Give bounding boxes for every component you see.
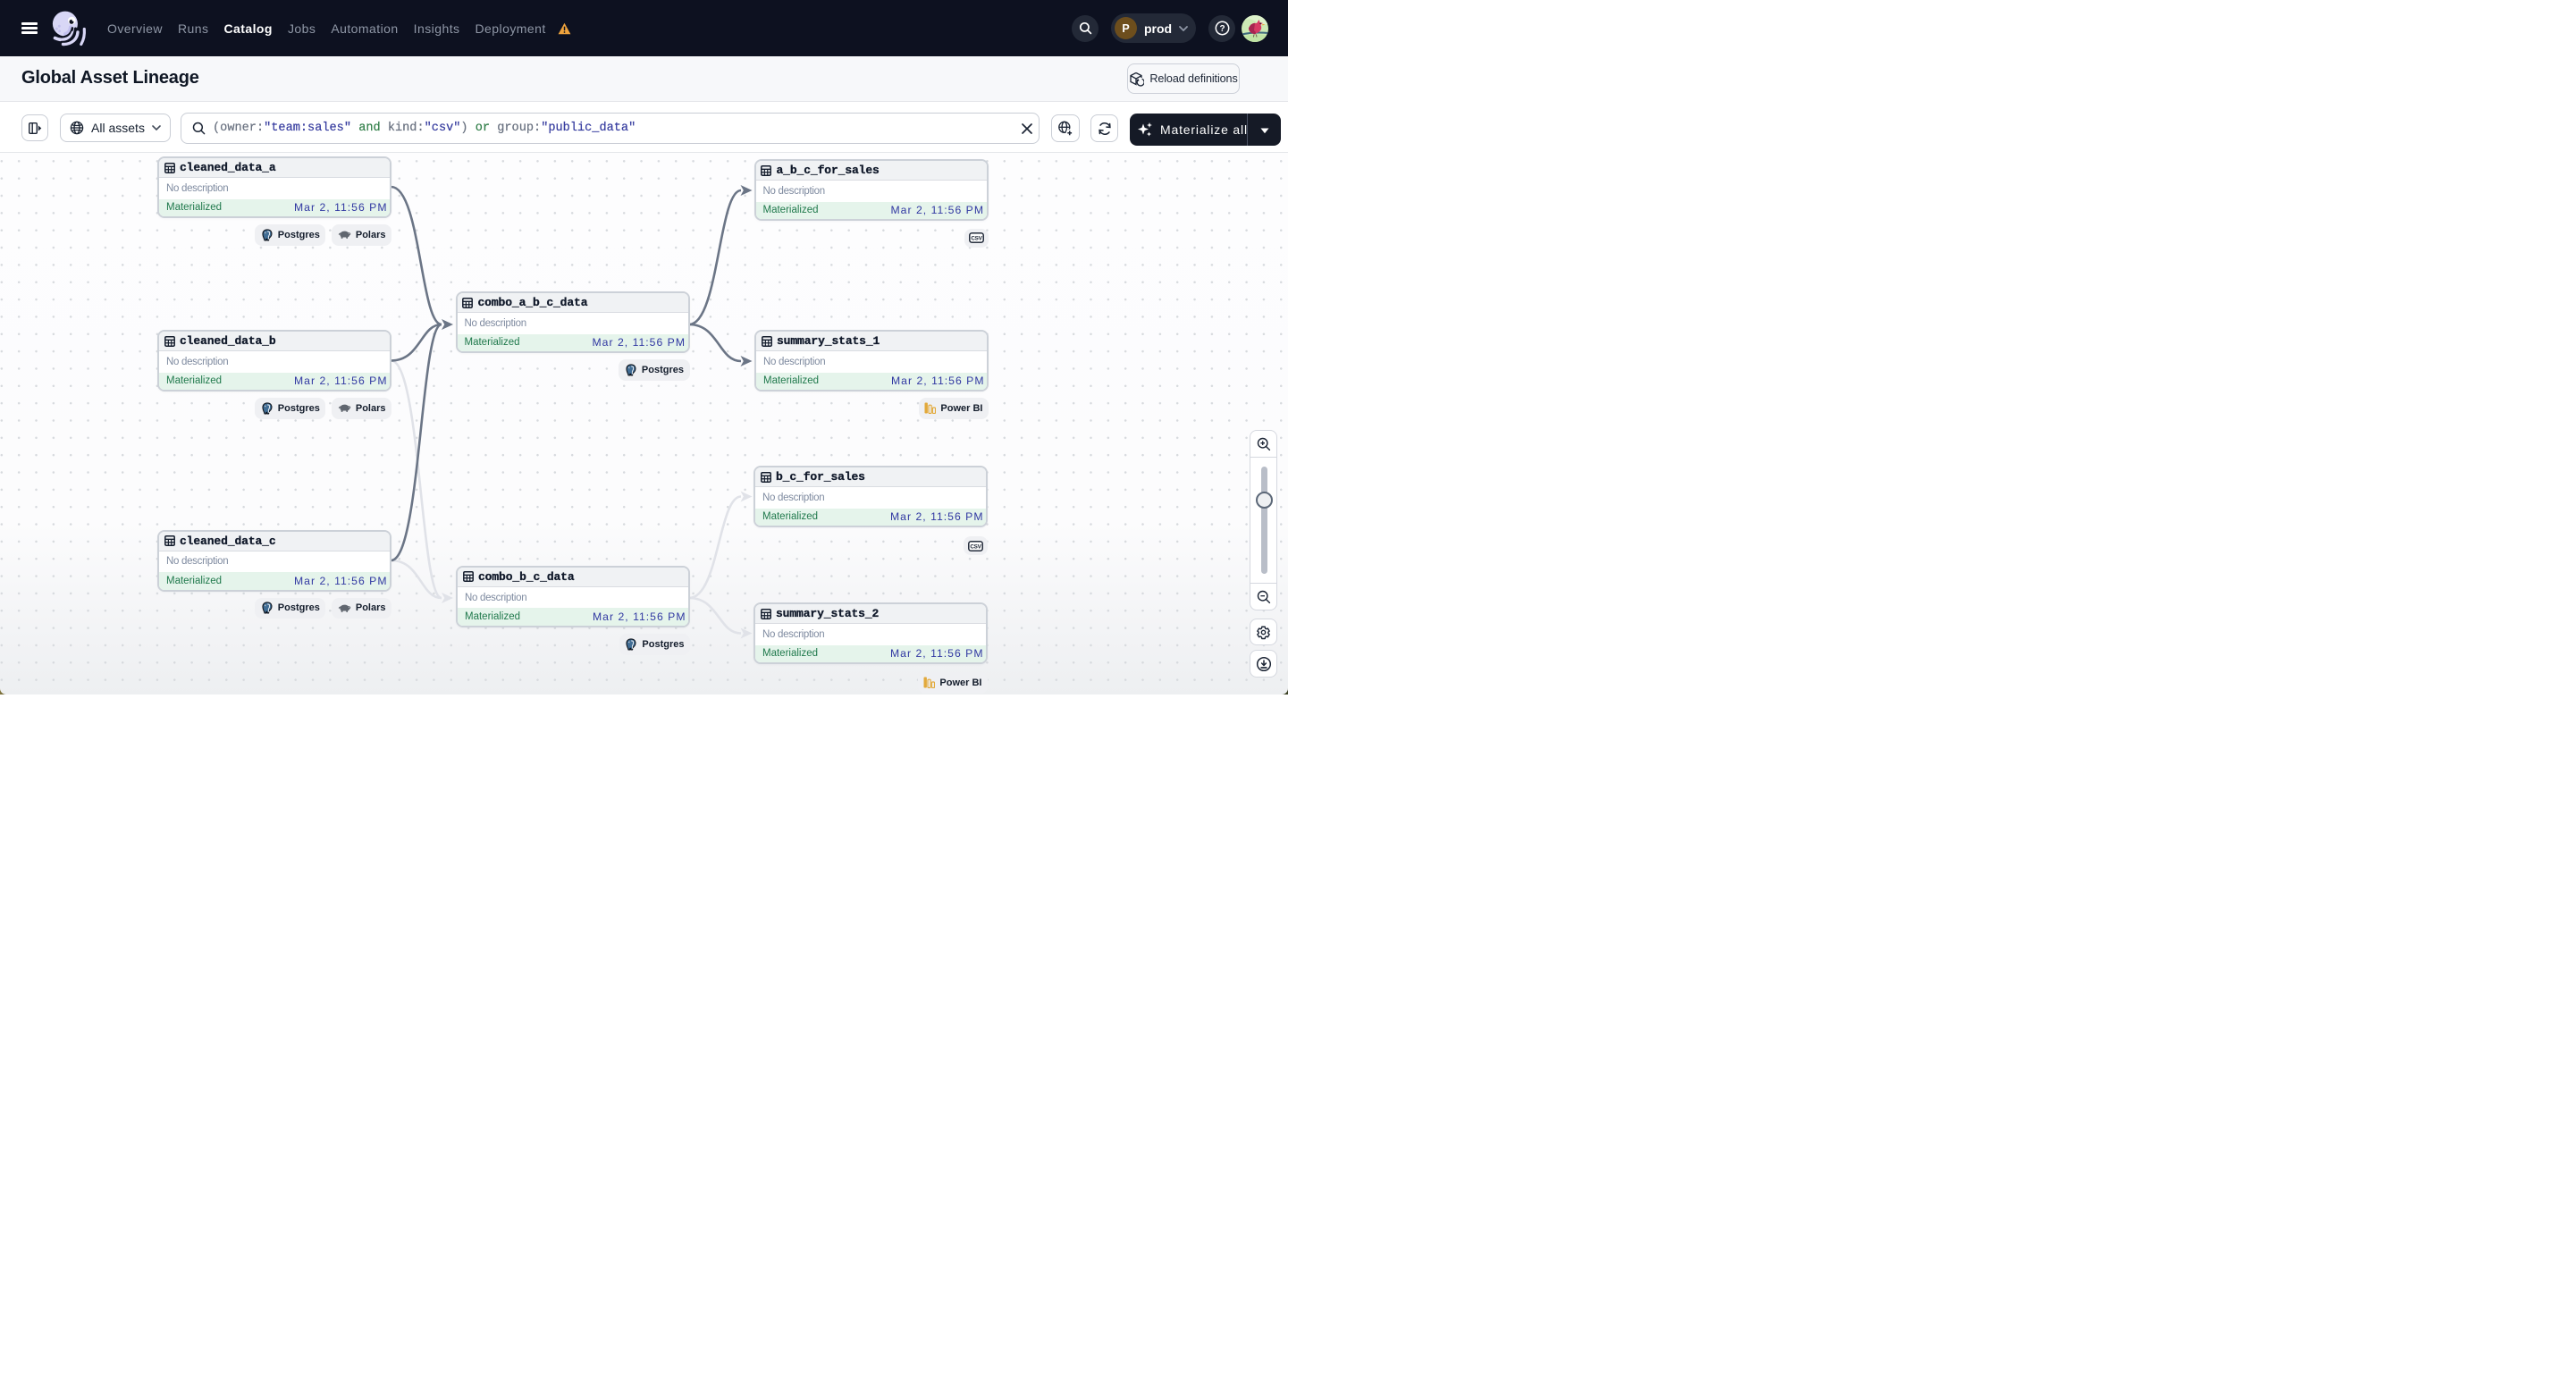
svg-text:?: ? <box>1219 24 1225 34</box>
